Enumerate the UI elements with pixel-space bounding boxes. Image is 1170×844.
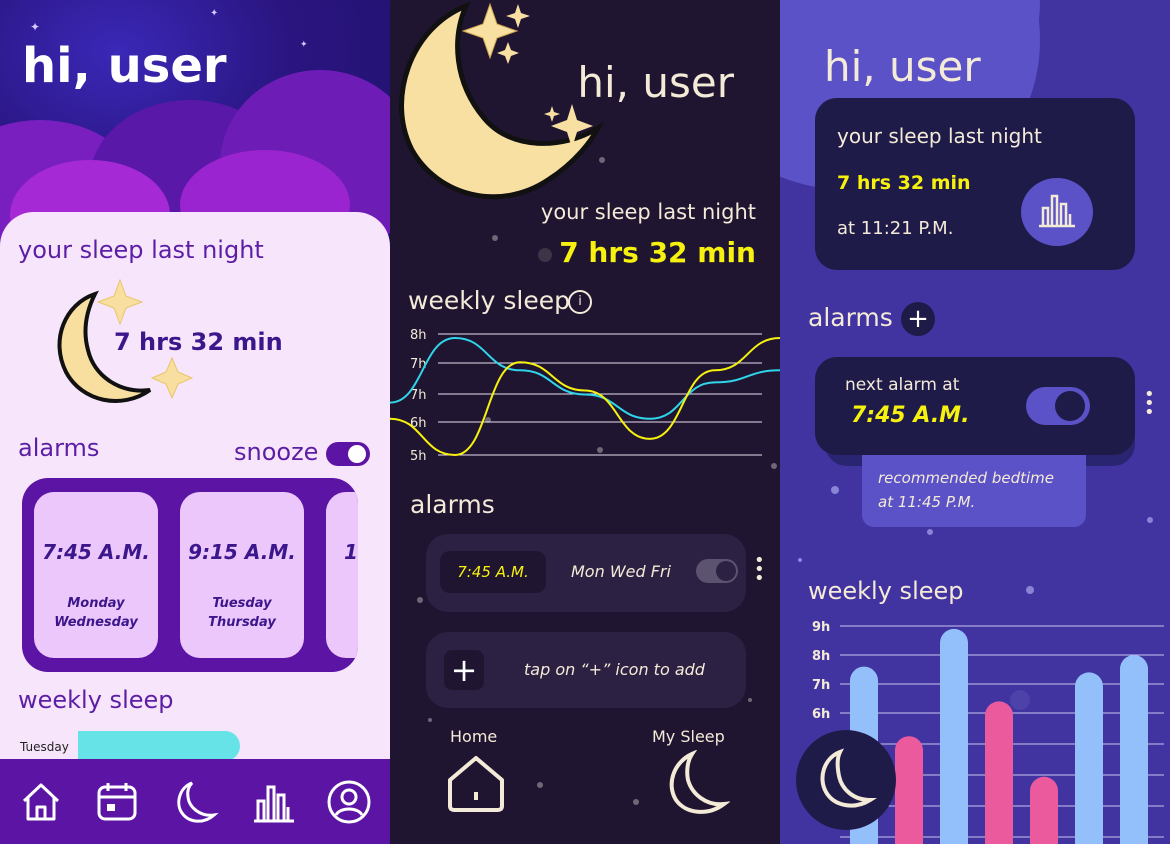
weekly-sleep-line-chart: 8h 7h 7h 6h 5h xyxy=(390,328,780,464)
weekly-sleep-bar xyxy=(78,731,240,761)
alarm-card[interactable]: 7:45 A.M. Monday Wednesday xyxy=(34,492,158,658)
alarms-heading: alarms xyxy=(808,303,893,332)
series-line xyxy=(390,337,780,420)
star-icon: ✦ xyxy=(300,40,308,50)
bar xyxy=(1120,655,1148,844)
bar xyxy=(1075,672,1103,844)
screen-home-blue: hi, user your sleep last night 7 hrs 32 … xyxy=(780,0,1170,844)
stats-button[interactable] xyxy=(1021,178,1093,246)
bottom-nav xyxy=(0,759,390,844)
sleep-duration: 7 hrs 32 min xyxy=(837,172,971,194)
bar xyxy=(1030,776,1058,844)
snooze-label: snooze xyxy=(234,438,319,466)
alarm-card[interactable]: 11 xyxy=(326,492,358,658)
star-icon: ✦ xyxy=(30,20,41,34)
weekly-sleep-heading: weekly sleep xyxy=(18,686,174,714)
alarm-days: Monday Wednesday xyxy=(54,596,138,630)
next-alarm-time: 7:45 A.M. xyxy=(851,403,970,428)
alarms-heading: alarms xyxy=(410,490,495,519)
calendar-icon[interactable] xyxy=(92,777,142,827)
toggle-knob xyxy=(348,445,366,463)
sleep-duration: 7 hrs 32 min xyxy=(559,236,756,269)
more-options-icon[interactable]: • • • xyxy=(1144,386,1155,422)
screen-home-dark: hi, user your sleep last night 7 hrs 32 … xyxy=(390,0,780,844)
info-icon[interactable]: i xyxy=(568,290,592,314)
bar-chart-icon xyxy=(1039,194,1075,228)
alarm-days: Mon Wed Fri xyxy=(571,562,671,581)
alarms-heading: alarms xyxy=(18,434,100,462)
sleep-heading: your sleep last night xyxy=(18,236,264,264)
add-alarm-button[interactable]: + xyxy=(901,302,935,336)
alarm-toggle[interactable] xyxy=(696,559,738,583)
sleep-duration: 7 hrs 32 min xyxy=(114,328,283,356)
bar xyxy=(940,628,968,844)
weekly-sleep-heading: weekly sleep xyxy=(808,577,964,605)
y-tick-label: 9h xyxy=(812,620,830,635)
alarm-time: 11 xyxy=(344,540,358,564)
sleep-time: at 11:21 P.M. xyxy=(837,218,954,239)
screen-home-light: ✦ ✦ ✦ hi, user your sleep last night 7 h… xyxy=(0,0,390,844)
alarm-carousel[interactable]: 7:45 A.M. Monday Wednesday 9:15 A.M. Tues… xyxy=(22,478,358,672)
moon-icon[interactable] xyxy=(664,750,730,816)
moon-icon[interactable] xyxy=(170,777,220,827)
y-tick-label: 8h xyxy=(812,649,830,664)
greeting-title: hi, user xyxy=(824,42,981,91)
more-options-icon[interactable]: • • • xyxy=(754,552,765,588)
toggle-knob xyxy=(716,561,736,581)
add-alarm-row[interactable]: + tap on “+” icon to add xyxy=(426,632,746,708)
star-icon: ✦ xyxy=(210,8,219,19)
bedtime-line-2: at 11:45 P.M. xyxy=(878,493,976,511)
toggle-knob xyxy=(1055,391,1085,421)
y-tick-label: 6h xyxy=(812,707,830,722)
alarm-row[interactable]: 7:45 A.M. Mon Wed Fri xyxy=(426,534,746,612)
alarm-days: Tuesday Thursday xyxy=(208,596,276,630)
add-icon[interactable]: + xyxy=(444,650,484,690)
sleep-heading: your sleep last night xyxy=(540,200,756,224)
next-alarm-card[interactable]: next alarm at 7:45 A.M. xyxy=(815,357,1135,455)
next-alarm-label: next alarm at xyxy=(845,375,960,395)
alarm-time: 7:45 A.M. xyxy=(42,540,150,564)
alarm-card[interactable]: 9:15 A.M. Tuesday Thursday xyxy=(180,492,304,658)
bar-chart-icon[interactable] xyxy=(248,777,298,827)
y-tick-label: 6h xyxy=(410,416,427,431)
sleep-summary-card: your sleep last night 7 hrs 32 min at 11… xyxy=(815,98,1135,270)
moon-icon xyxy=(820,748,877,808)
home-icon[interactable] xyxy=(16,777,66,827)
nav-home-label[interactable]: Home xyxy=(450,727,497,746)
weekly-sleep-heading: weekly sleep xyxy=(408,286,570,315)
greeting-title: hi, user xyxy=(22,38,227,94)
sleep-mode-button[interactable] xyxy=(796,730,896,830)
nav-my-sleep-label[interactable]: My Sleep xyxy=(652,727,725,746)
y-tick-label: 5h xyxy=(410,449,427,464)
alarm-toggle[interactable] xyxy=(1026,387,1090,425)
y-tick-label: 7h xyxy=(812,678,830,693)
sleep-heading: your sleep last night xyxy=(837,124,1042,148)
y-tick-label: 7h xyxy=(410,357,427,372)
home-icon[interactable] xyxy=(444,752,508,814)
greeting-title: hi, user xyxy=(577,58,734,107)
profile-icon[interactable] xyxy=(324,777,374,827)
bedtime-recommendation: recommended bedtime at 11:45 P.M. xyxy=(862,455,1086,527)
bedtime-line-1: recommended bedtime xyxy=(878,469,1054,487)
y-tick-label: 8h xyxy=(410,328,427,343)
bar xyxy=(985,701,1013,844)
weekly-day-label: Tuesday xyxy=(20,740,69,754)
y-tick-label: 7h xyxy=(410,388,427,403)
sparkle-icon xyxy=(544,104,593,148)
add-hint: tap on “+” icon to add xyxy=(524,660,705,679)
alarm-time[interactable]: 7:45 A.M. xyxy=(440,551,546,593)
alarm-time: 9:15 A.M. xyxy=(188,540,296,564)
bar xyxy=(895,736,923,844)
snooze-toggle[interactable] xyxy=(326,442,370,466)
series-line xyxy=(390,337,780,457)
